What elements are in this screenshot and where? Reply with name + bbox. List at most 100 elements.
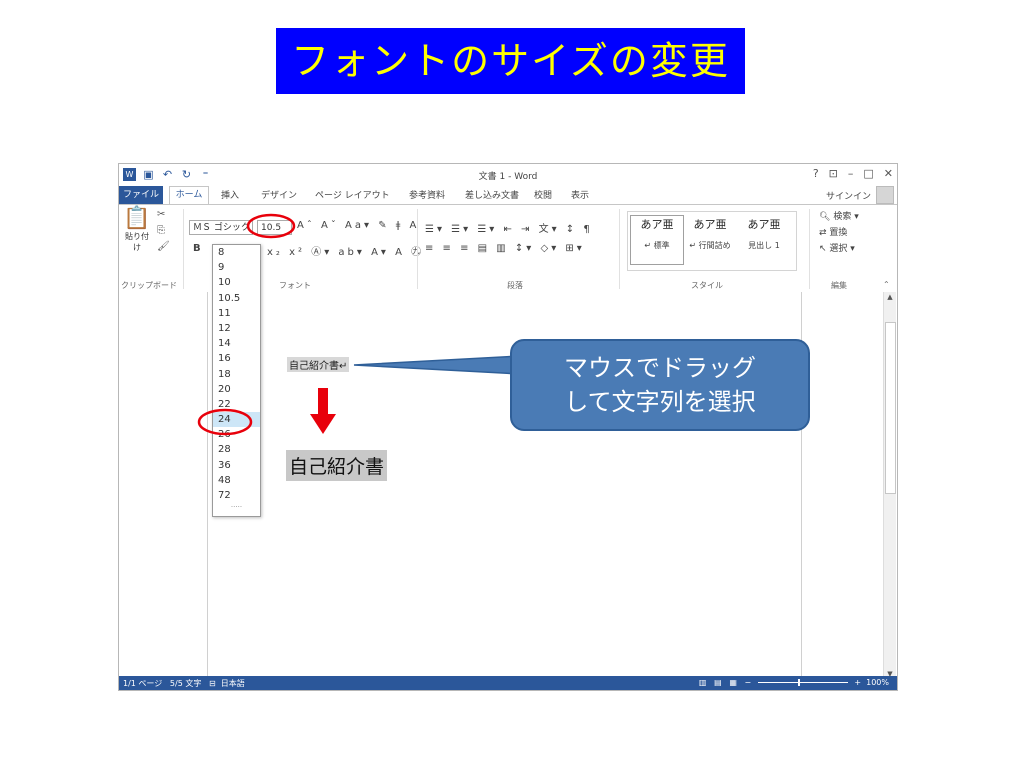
font-size-option[interactable]: 16 bbox=[213, 351, 260, 366]
font-size-option[interactable]: 10.5 bbox=[213, 291, 260, 306]
font-size-option[interactable]: 26 bbox=[213, 427, 260, 442]
font-size-option[interactable]: 28 bbox=[213, 442, 260, 457]
tab-file[interactable]: ファイル bbox=[119, 186, 163, 204]
zoom-in-button[interactable]: + bbox=[854, 678, 861, 687]
font-size-option[interactable]: 9 bbox=[213, 260, 260, 275]
maximize-button[interactable]: □ bbox=[863, 167, 873, 180]
avatar[interactable] bbox=[876, 186, 894, 204]
font-size-option[interactable]: 36 bbox=[213, 458, 260, 473]
style-preview: あア亜 bbox=[640, 218, 674, 231]
zoom-level[interactable]: 100% bbox=[866, 678, 889, 687]
title-bar: W ▣ ↶ ↻ ⁼ 文書 1 - Word ? ⊡ – □ ✕ bbox=[119, 164, 897, 186]
signin-link[interactable]: サインイン bbox=[826, 189, 871, 202]
replace-button[interactable]: ⇄ 置換 bbox=[819, 225, 859, 241]
format-painter-icon[interactable]: 🖌 bbox=[157, 239, 170, 255]
tab-view[interactable]: 表示 bbox=[571, 188, 589, 201]
font-size-option[interactable]: 14 bbox=[213, 336, 260, 351]
font-size-option-selected[interactable]: 24 bbox=[213, 412, 260, 428]
zoom-slider-thumb[interactable] bbox=[797, 679, 800, 686]
group-label-font: フォント bbox=[279, 281, 311, 290]
group-divider bbox=[417, 209, 418, 289]
read-mode-icon[interactable]: ▥ bbox=[699, 678, 707, 687]
group-divider bbox=[183, 209, 184, 289]
font-size-option[interactable]: 20 bbox=[213, 382, 260, 397]
font-size-option[interactable]: 22 bbox=[213, 397, 260, 412]
slide-title: フォントのサイズの変更 bbox=[276, 28, 745, 94]
page-count[interactable]: 1/1 ページ bbox=[123, 679, 162, 688]
tab-insert[interactable]: 挿入 bbox=[221, 188, 239, 201]
status-right: ▥ ▤ ▦ − + 100% bbox=[699, 678, 889, 687]
selected-text-small[interactable]: 自己紹介書↵ bbox=[287, 357, 350, 372]
paste-button[interactable]: 📋 貼り付け bbox=[123, 207, 151, 253]
page-margin-left bbox=[207, 292, 208, 683]
style-normal[interactable]: あア亜 ↵ 標準 bbox=[630, 215, 684, 265]
style-preview: あア亜 bbox=[693, 218, 727, 231]
status-left: 1/1 ページ 5/5 文字 ⊟ 日本語 bbox=[123, 678, 245, 689]
tab-design[interactable]: デザイン bbox=[261, 188, 297, 201]
group-divider bbox=[619, 209, 620, 289]
font-size-option[interactable]: 18 bbox=[213, 367, 260, 382]
tab-review[interactable]: 校閲 bbox=[534, 188, 552, 201]
print-layout-icon[interactable]: ▤ bbox=[714, 678, 722, 687]
vertical-scrollbar[interactable]: ▲ ▼ bbox=[883, 292, 896, 683]
font-size-option[interactable]: 8 bbox=[213, 245, 260, 260]
font-size-option[interactable]: 10 bbox=[213, 275, 260, 290]
font-size-option[interactable]: 12 bbox=[213, 321, 260, 336]
collapse-ribbon-icon[interactable]: ⌃ bbox=[883, 280, 890, 289]
web-layout-icon[interactable]: ▦ bbox=[729, 678, 737, 687]
group-label-paragraph: 段落 bbox=[507, 281, 523, 290]
word-count[interactable]: 5/5 文字 bbox=[170, 679, 201, 688]
pointer-icon: ↖ bbox=[819, 244, 827, 254]
group-label-clipboard: クリップボード bbox=[121, 281, 177, 290]
font-size-option[interactable]: 72 bbox=[213, 488, 260, 503]
font-size-option[interactable]: 48 bbox=[213, 473, 260, 488]
window-title: 文書 1 - Word bbox=[478, 172, 538, 182]
ribbon-tabs: ファイル ホーム 挿入 デザイン ページ レイアウト 参考資料 差し込み文書 校… bbox=[119, 186, 897, 204]
style-name: ↵ 標準 bbox=[644, 241, 670, 250]
cut-icon[interactable]: ✂ bbox=[157, 207, 170, 223]
close-button[interactable]: ✕ bbox=[884, 167, 893, 180]
help-button[interactable]: ? bbox=[813, 167, 819, 180]
style-no-spacing[interactable]: あア亜 ↵ 行間詰め bbox=[684, 216, 736, 251]
select-button[interactable]: ↖ 選択 ▾ bbox=[819, 241, 859, 257]
zoom-out-button[interactable]: − bbox=[745, 678, 752, 687]
font-name-combobox[interactable]: ＭＳ ゴシック bbox=[189, 220, 253, 235]
scroll-up-icon[interactable]: ▲ bbox=[884, 293, 896, 305]
tab-page-layout[interactable]: ページ レイアウト bbox=[315, 188, 390, 201]
dropdown-resize-grip[interactable]: ····· bbox=[213, 503, 260, 511]
editing-group: 🔍︎ 検索 ▾ ⇄ 置換 ↖ 選択 ▾ bbox=[819, 209, 859, 257]
group-divider bbox=[809, 209, 810, 289]
tab-home[interactable]: ホーム bbox=[169, 186, 209, 204]
font-size-combobox[interactable]: 10.5 bbox=[257, 220, 292, 235]
style-heading-1[interactable]: あア亜 見出し 1 bbox=[738, 216, 790, 251]
bold-icon[interactable]: B bbox=[193, 243, 204, 254]
tab-mailings[interactable]: 差し込み文書 bbox=[465, 188, 519, 201]
clipboard-small-buttons: ✂ ⎘ 🖌 bbox=[157, 207, 170, 255]
find-icon: 🔍︎ bbox=[819, 212, 831, 222]
font-size-option[interactable]: 11 bbox=[213, 306, 260, 321]
style-name: 見出し 1 bbox=[748, 241, 780, 250]
list-indent-icons[interactable]: ☰▾ ☰▾ ☰▾ ⇤ ⇥ 文▾ ↕ ¶ bbox=[425, 220, 593, 235]
alignment-icons[interactable]: ≡ ≡ ≡ ▤ ▥ ↕▾ ◇▾ ⊞▾ bbox=[425, 243, 585, 254]
zoom-slider[interactable] bbox=[757, 679, 848, 686]
scroll-thumb[interactable] bbox=[885, 322, 896, 494]
tab-references[interactable]: 参考資料 bbox=[409, 188, 445, 201]
font-grow-shrink-icons[interactable]: Aˆ Aˇ Aa▾ ✎ ǂ A bbox=[297, 220, 419, 231]
select-label: 選択 bbox=[829, 244, 848, 254]
copy-icon[interactable]: ⎘ bbox=[157, 223, 170, 239]
callout-line-2: して文字列を選択 bbox=[564, 388, 756, 416]
minimize-button[interactable]: – bbox=[848, 167, 854, 180]
replace-label: 置換 bbox=[829, 228, 848, 238]
find-label: 検索 bbox=[833, 212, 852, 222]
proofing-icon[interactable]: ⊟ bbox=[209, 679, 216, 688]
find-button[interactable]: 🔍︎ 検索 ▾ bbox=[819, 209, 859, 225]
selected-text-large[interactable]: 自己紹介書 bbox=[286, 450, 388, 481]
callout-line-1: マウスでドラッグ bbox=[564, 354, 756, 382]
language[interactable]: 日本語 bbox=[221, 679, 245, 688]
ribbon-display-button[interactable]: ⊡ bbox=[829, 167, 838, 180]
clipboard-icon: 📋 bbox=[123, 206, 151, 231]
replace-icon: ⇄ bbox=[819, 228, 827, 238]
paste-label: 貼り付け bbox=[125, 232, 149, 252]
font-size-dropdown: 8 9 10 10.5 11 12 14 16 18 20 22 24 26 2… bbox=[212, 244, 261, 517]
font-effect-icons[interactable]: x₂ x² Ⓐ▾ ab▾ A▾ A ㊈ bbox=[267, 243, 424, 258]
